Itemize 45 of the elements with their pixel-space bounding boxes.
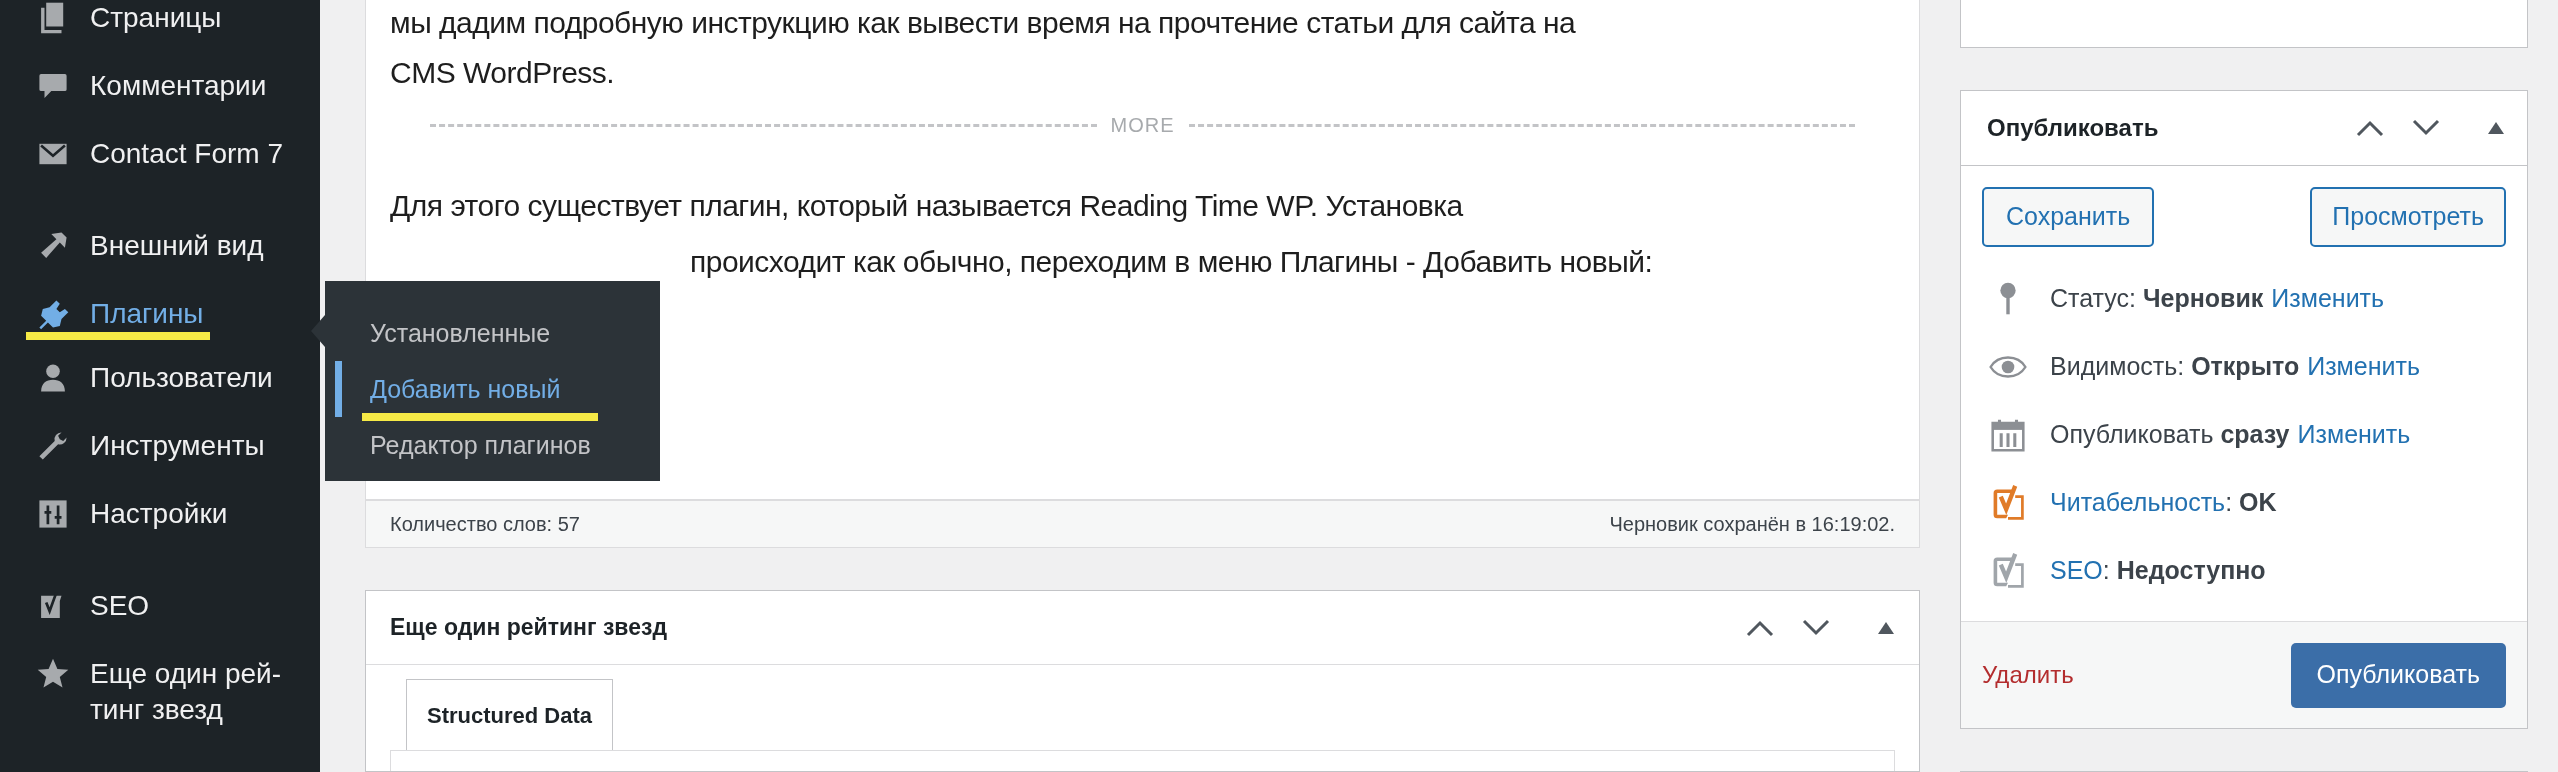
publish-info-text: Статус: Черновик — [2050, 283, 2264, 315]
delete-link[interactable]: Удалить — [1982, 657, 2074, 693]
save-draft-button[interactable]: Сохранить — [1982, 187, 2155, 247]
move-down-icon[interactable] — [2411, 119, 2441, 137]
paragraph-line: Для этого существует плагин, который называется Reading Time WP. Установка — [390, 188, 1465, 224]
calendar-icon — [1991, 418, 2025, 452]
move-up-icon[interactable] — [2355, 119, 2385, 137]
plug-icon — [36, 297, 70, 331]
sidebar-item[interactable]: Еще один рей-тинг звезд — [0, 640, 320, 744]
paragraph-line: мы дадим подробную инструкцию как вывести время на прочтение статьи для сайта на — [390, 5, 1577, 41]
link[interactable]: SEO — [2050, 552, 2103, 590]
tab[interactable]: Structured Data — [406, 679, 614, 750]
link[interactable]: Изменить — [2297, 416, 2411, 454]
sidebar-item[interactable]: Настройки — [0, 480, 320, 548]
move-down-icon[interactable] — [1801, 618, 1831, 637]
eye-icon — [1989, 355, 2027, 379]
sidebar-item[interactable]: Contact Form 7 — [0, 120, 320, 188]
sidebar-item[interactable]: Внешний вид — [0, 188, 320, 280]
submenu-item[interactable]: Редактор плагинов — [335, 417, 660, 473]
paragraph-line: CMS WordPress. — [390, 55, 616, 91]
word-count: Количество слов: 57 — [390, 512, 580, 537]
sliders-icon — [36, 497, 70, 531]
link[interactable]: Изменить — [2307, 348, 2420, 386]
submenu-item[interactable]: Установленные — [335, 305, 660, 361]
more-separator-label: MORE — [1110, 113, 1175, 138]
collapse-icon[interactable] — [1877, 620, 1895, 635]
collapse-icon[interactable] — [2487, 121, 2505, 135]
publish-button[interactable]: Опубликовать — [2290, 642, 2506, 708]
publish-info-text: Опубликовать сразу — [2050, 419, 2290, 451]
publish-box-title: Опубликовать — [1987, 113, 2159, 143]
meta-box-title: Еще один рейтинг звезд — [390, 613, 668, 643]
publish-info-text: : Недоступно — [2102, 555, 2266, 587]
move-up-icon[interactable] — [1745, 618, 1775, 637]
sidebar-item[interactable]: Комментарии — [0, 52, 320, 120]
link[interactable]: Изменить — [2271, 280, 2385, 318]
paragraph-line: происходит как обычно, переходим в меню Плагины - Добавить новый: — [689, 244, 1654, 280]
preview-button[interactable]: Просмотреть — [2310, 187, 2506, 247]
publish-info-text: : OK — [2225, 487, 2277, 519]
publish-info-text: Видимость: Открыто — [2050, 351, 2300, 383]
draft-saved-status: Черновик сохранён в 16:19:02. — [1609, 512, 1895, 537]
link[interactable]: Читабельность — [2050, 484, 2226, 522]
sidebar-item[interactable]: SEO — [0, 548, 320, 640]
sidebar-item[interactable]: Инструменты — [0, 412, 320, 480]
star-icon — [36, 657, 70, 691]
sidebar-item[interactable]: Страницы — [0, 0, 320, 52]
